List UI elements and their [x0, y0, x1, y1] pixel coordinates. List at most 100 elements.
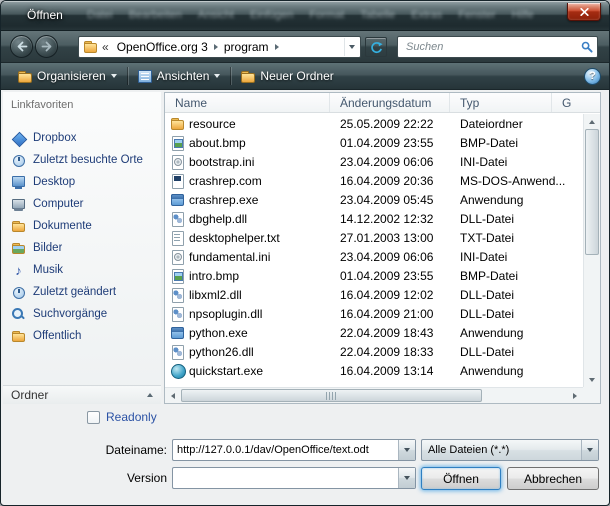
folders-label: Ordner [11, 388, 48, 402]
refresh-button[interactable] [365, 37, 387, 57]
file-modified-date: 01.04.2009 23:55 [330, 136, 450, 150]
file-type: DLL-Datei [450, 212, 552, 226]
sidebar-item-recent-places[interactable]: Zuletzt besuchte Orte [3, 149, 161, 171]
scroll-down-button[interactable] [584, 372, 600, 387]
file-row[interactable]: python26.dll22.04.2009 18:33DLL-Datei [165, 342, 583, 361]
filename-input[interactable] [173, 444, 398, 456]
search-icon[interactable] [581, 41, 593, 53]
file-row[interactable]: python.exe22.04.2009 18:43Anwendung [165, 323, 583, 342]
file-row[interactable]: libxml2.dll16.04.2009 12:02DLL-Datei [165, 285, 583, 304]
help-button[interactable]: ? [584, 68, 601, 85]
file-icon-cell [165, 136, 189, 150]
sidebar-item-label: Zuletzt besuchte Orte [33, 154, 143, 166]
filetype-combobox[interactable]: Alle Dateien (*.*) [421, 439, 599, 461]
filename-dropdown-button[interactable] [398, 440, 415, 460]
filename-combobox[interactable] [172, 439, 416, 461]
column-header-2[interactable]: Typ [450, 93, 552, 112]
breadcrumb[interactable]: « OpenOffice.org 3 program [78, 36, 361, 58]
titlebar[interactable]: DateiBearbeitenAnsichtEinfügenFormatTabe… [1, 1, 609, 31]
search-input[interactable] [404, 40, 581, 54]
new-folder-button[interactable]: Neuer Ordner [234, 65, 340, 87]
folders-expander[interactable]: Ordner [3, 385, 161, 404]
background-menu-item: Tabelle [360, 9, 395, 21]
file-name: libxml2.dll [189, 288, 330, 302]
file-type: INI-Datei [450, 155, 552, 169]
file-icon-cell [165, 326, 189, 340]
back-button[interactable] [10, 35, 33, 58]
file-modified-date: 23.04.2009 05:45 [330, 193, 450, 207]
file-row[interactable]: fundamental.ini23.04.2009 06:06INI-Datei [165, 247, 583, 266]
cancel-button[interactable]: Abbrechen [507, 467, 599, 490]
file-row[interactable]: about.bmp01.04.2009 23:55BMP-Datei [165, 133, 583, 152]
version-dropdown-button[interactable] [398, 468, 415, 488]
file-name: desktophelper.txt [189, 231, 330, 245]
file-modified-date: 25.05.2009 22:22 [330, 117, 450, 131]
views-button[interactable]: Ansichten [131, 65, 228, 87]
file-type: DLL-Datei [450, 345, 552, 359]
background-menu-item: Datei [87, 9, 113, 21]
breadcrumb-separator-icon[interactable] [214, 44, 218, 50]
vertical-scroll-thumb[interactable] [585, 129, 599, 255]
close-button[interactable] [567, 3, 601, 21]
organize-folder-icon [18, 70, 32, 83]
computer-icon [11, 197, 26, 212]
sidebar-item-label: Dropbox [33, 132, 76, 144]
file-row[interactable]: resource25.05.2009 22:22Dateiordner [165, 114, 583, 133]
sidebar-item-pictures[interactable]: Bilder [3, 237, 161, 259]
readonly-checkbox[interactable] [87, 411, 100, 424]
sidebar-item-music[interactable]: ♪Musik [3, 259, 161, 281]
horizontal-scrollbar[interactable] [165, 387, 583, 403]
new-folder-label: Neuer Ordner [260, 69, 333, 83]
column-header-1[interactable]: Änderungsdatum [330, 93, 450, 112]
readonly-row: Readonly [87, 410, 157, 424]
file-row[interactable]: crashrep.com16.04.2009 20:36MS-DOS-Anwen… [165, 171, 583, 190]
breadcrumb-segment-program[interactable]: program [220, 38, 273, 56]
breadcrumb-overflow-chevrons[interactable]: « [102, 40, 109, 54]
file-row[interactable]: intro.bmp01.04.2009 23:55BMP-Datei [165, 266, 583, 285]
breadcrumb-separator-icon[interactable] [275, 44, 279, 50]
file-row[interactable]: npsoplugin.dll16.04.2009 21:00DLL-Datei [165, 304, 583, 323]
filetype-dropdown-button[interactable] [581, 440, 598, 460]
file-row[interactable]: bootstrap.ini23.04.2009 06:06INI-Datei [165, 152, 583, 171]
file-row[interactable]: desktophelper.txt27.01.2003 13:00TXT-Dat… [165, 228, 583, 247]
forward-button[interactable] [35, 35, 58, 58]
sidebar-item-dropbox[interactable]: Dropbox [3, 127, 161, 149]
version-label: Version [67, 471, 167, 485]
recent-places-icon [11, 153, 26, 168]
sidebar-item-recently-changed[interactable]: Zuletzt geändert [3, 281, 161, 303]
open-button[interactable]: Öffnen [421, 467, 501, 490]
help-icon: ? [589, 70, 596, 82]
chevron-down-icon [214, 74, 220, 78]
file-modified-date: 22.04.2009 18:43 [330, 326, 450, 340]
breadcrumb-history-dropdown[interactable] [344, 38, 358, 56]
file-row[interactable]: dbghelp.dll14.12.2002 12:32DLL-Datei [165, 209, 583, 228]
scroll-left-button[interactable] [165, 388, 181, 403]
dll-icon [170, 345, 185, 359]
searches-icon [11, 307, 26, 322]
scroll-right-button[interactable] [567, 388, 583, 403]
file-row[interactable]: crashrep.exe23.04.2009 05:45Anwendung [165, 190, 583, 209]
sidebar-item-desktop[interactable]: Desktop [3, 171, 161, 193]
organize-button[interactable]: Organisieren [11, 65, 124, 87]
vertical-scrollbar[interactable] [583, 114, 600, 387]
version-combobox[interactable] [172, 467, 416, 489]
breadcrumb-segment-openoffice[interactable]: OpenOffice.org 3 [113, 38, 212, 56]
filetype-value: Alle Dateien (*.*) [422, 444, 581, 456]
file-row[interactable]: quickstart.exe16.04.2009 13:14Anwendung [165, 361, 583, 380]
file-name: python.exe [189, 326, 330, 340]
file-type: BMP-Datei [450, 136, 552, 150]
background-menu-blur: DateiBearbeitenAnsichtEinfügenFormatTabe… [87, 9, 539, 21]
sidebar-item-documents[interactable]: Dokumente [3, 215, 161, 237]
scroll-up-button[interactable] [584, 114, 600, 129]
sidebar-item-computer[interactable]: Computer [3, 193, 161, 215]
file-icon-cell [165, 288, 189, 302]
breadcrumb-folder-icon [83, 40, 98, 54]
column-header-0[interactable]: Name [165, 93, 330, 112]
horizontal-scroll-thumb[interactable] [181, 389, 482, 402]
search-box[interactable] [397, 36, 598, 58]
arrow-down-icon [589, 378, 595, 382]
column-header-3[interactable]: G [552, 93, 600, 112]
sidebar-item-searches[interactable]: Suchvorgänge [3, 303, 161, 325]
readonly-label[interactable]: Readonly [106, 410, 157, 424]
sidebar-item-public[interactable]: Öffentlich [3, 325, 161, 347]
